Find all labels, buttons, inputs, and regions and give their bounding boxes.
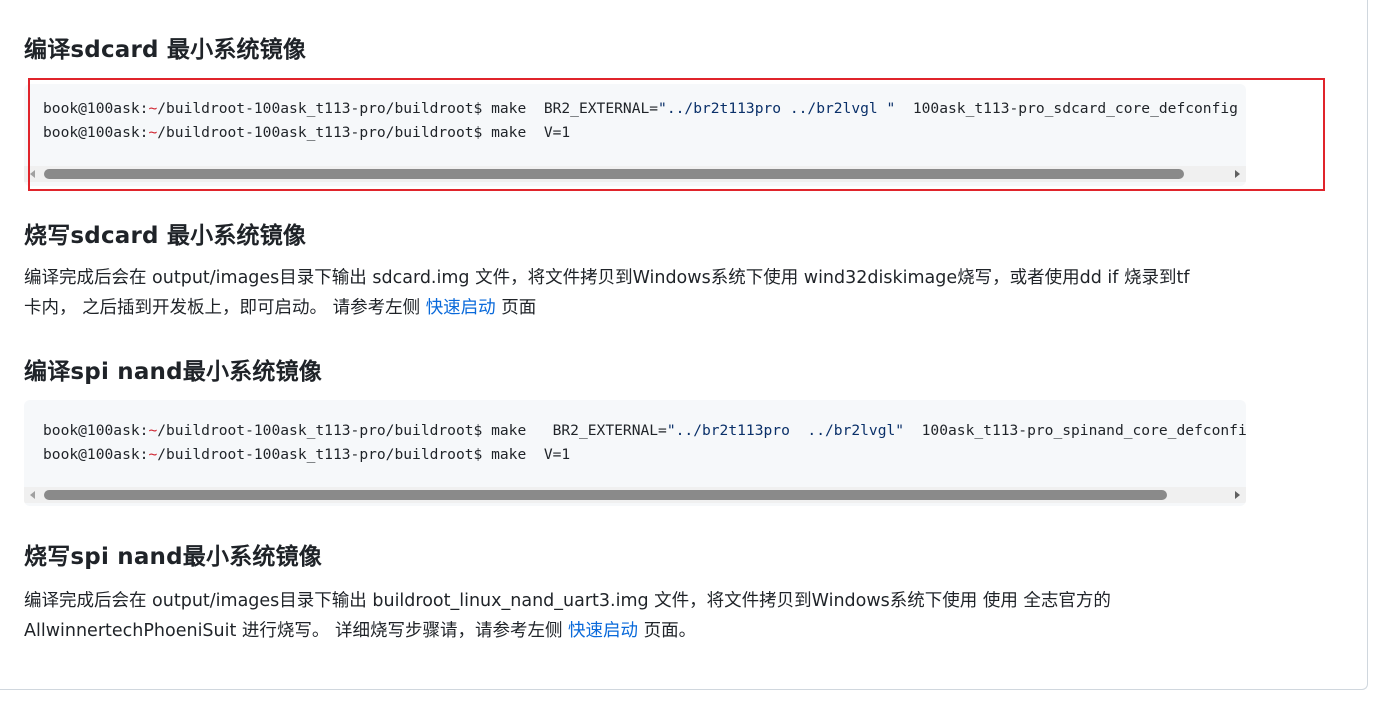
horizontal-scrollbar[interactable]: [24, 487, 1246, 503]
scroll-right-arrow-icon[interactable]: [1235, 170, 1240, 178]
horizontal-scrollbar[interactable]: [24, 166, 1246, 182]
paragraph-line: 编译完成后会在 output/images目录下输出 buildroot_lin…: [24, 591, 1111, 611]
code-args: 100ask_t113-pro_sdcard_core_defconfig: [895, 100, 1238, 117]
heading-build-sdcard: 编译sdcard 最小系统镜像: [24, 37, 307, 63]
paragraph-flash-sdcard: 编译完成后会在 output/images目录下输出 sdcard.img 文件…: [24, 263, 1190, 323]
code-tilde: ~: [148, 422, 158, 439]
paragraph-flash-spinand: 编译完成后会在 output/images目录下输出 buildroot_lin…: [24, 586, 1111, 646]
code-string: "../br2t113pro ../br2lvgl ": [658, 100, 896, 117]
code-command: /buildroot-100ask_t113-pro/buildroot$ ma…: [157, 446, 571, 463]
code-line: book@100ask:~/buildroot-100ask_t113-pro/…: [43, 443, 1246, 467]
scrollbar-thumb[interactable]: [44, 490, 1167, 500]
quick-start-link[interactable]: 快速启动: [568, 621, 638, 641]
code-line: book@100ask:~/buildroot-100ask_t113-pro/…: [43, 97, 1246, 121]
heading-flash-sdcard: 烧写sdcard 最小系统镜像: [24, 223, 307, 249]
scroll-left-arrow-icon[interactable]: [30, 491, 35, 499]
code-args: 100ask_t113-pro_spinand_core_defconfig: [904, 422, 1246, 439]
code-tilde: ~: [148, 100, 158, 117]
quick-start-link[interactable]: 快速启动: [426, 298, 496, 318]
code-command: /buildroot-100ask_t113-pro/buildroot$ ma…: [157, 422, 667, 439]
code-string: "../br2t113pro ../br2lvgl": [666, 422, 905, 439]
code-block-spinand: book@100ask:~/buildroot-100ask_t113-pro/…: [24, 400, 1246, 506]
paragraph-line: 卡内， 之后插到开发板上，即可启动。 请参考左侧: [24, 298, 426, 318]
code-block-sdcard: book@100ask:~/buildroot-100ask_t113-pro/…: [24, 84, 1246, 186]
heading-build-spinand: 编译spi nand最小系统镜像: [24, 359, 322, 385]
heading-flash-spinand: 烧写spi nand最小系统镜像: [24, 544, 322, 570]
code-content[interactable]: book@100ask:~/buildroot-100ask_t113-pro/…: [43, 97, 1246, 145]
paragraph-line-tail: 页面: [495, 298, 537, 318]
paragraph-line: 编译完成后会在 output/images目录下输出 sdcard.img 文件…: [24, 268, 1190, 288]
code-prompt: book@100ask:: [43, 446, 149, 463]
code-prompt: book@100ask:: [43, 422, 149, 439]
code-line: book@100ask:~/buildroot-100ask_t113-pro/…: [43, 419, 1246, 443]
code-line: book@100ask:~/buildroot-100ask_t113-pro/…: [43, 121, 1246, 145]
paragraph-line: AllwinnertechPhoeniSuit 进行烧写。 详细烧写步骤请，请参…: [24, 621, 569, 641]
code-content[interactable]: book@100ask:~/buildroot-100ask_t113-pro/…: [43, 419, 1246, 467]
code-tilde: ~: [148, 446, 158, 463]
scrollbar-thumb[interactable]: [44, 169, 1184, 179]
code-command: /buildroot-100ask_t113-pro/buildroot$ ma…: [157, 124, 571, 141]
paragraph-line-tail: 页面。: [638, 621, 697, 641]
scroll-right-arrow-icon[interactable]: [1235, 491, 1240, 499]
docs-page: 编译sdcard 最小系统镜像 book@100ask:~/buildroot-…: [0, 0, 1368, 690]
code-command: /buildroot-100ask_t113-pro/buildroot$ ma…: [157, 100, 659, 117]
code-tilde: ~: [148, 124, 158, 141]
code-prompt: book@100ask:: [43, 100, 149, 117]
scroll-left-arrow-icon[interactable]: [30, 170, 35, 178]
code-prompt: book@100ask:: [43, 124, 149, 141]
